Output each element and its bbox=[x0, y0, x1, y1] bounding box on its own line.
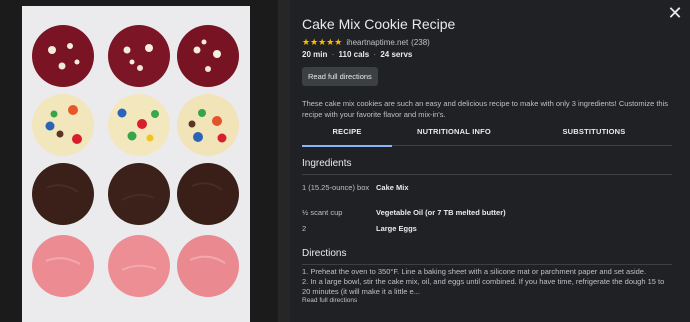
direction-step: 2. In a large bowl, stir the cake mix, o… bbox=[302, 277, 665, 296]
candy-cookies bbox=[32, 94, 239, 156]
recipe-description: These cake mix cookies are such an easy … bbox=[302, 99, 669, 119]
rating-row: ★★★★★ iheartnaptime.net (238) bbox=[302, 36, 672, 48]
calories: 110 cals bbox=[338, 50, 370, 59]
tab-nutritional-info[interactable]: NUTRITIONAL INFO bbox=[392, 126, 516, 146]
recipe-photo[interactable] bbox=[22, 6, 250, 322]
ingredient-quantity: 1 (15.25-ounce) box bbox=[302, 183, 370, 192]
star-rating-icon: ★★★★★ bbox=[302, 36, 343, 47]
recipe-tabs: RECIPE NUTRITIONAL INFO SUBSTITUTIONS bbox=[302, 126, 672, 147]
ingredient-name: Large Eggs bbox=[376, 224, 417, 233]
directions-text: 1. Preheat the oven to 350°F. Line a bak… bbox=[302, 267, 672, 297]
recipe-meta: 20 min · 110 cals · 24 servs bbox=[302, 50, 672, 59]
recipe-title: Cake Mix Cookie Recipe bbox=[302, 16, 456, 32]
ingredient-quantity: 2 bbox=[302, 224, 307, 233]
ingredient-quantity: ½ scant cup bbox=[302, 208, 343, 217]
pane-divider bbox=[278, 0, 290, 322]
strawberry-cookies bbox=[32, 235, 239, 297]
recipe-content: Cake Mix Cookie Recipe ★★★★★ iheartnapti… bbox=[302, 16, 672, 304]
ingredients-heading: Ingredients bbox=[302, 158, 352, 169]
red-velvet-cookies bbox=[32, 25, 239, 87]
directions-divider bbox=[302, 264, 672, 265]
image-pane bbox=[0, 0, 278, 322]
tab-substitutions[interactable]: SUBSTITUTIONS bbox=[516, 126, 672, 146]
read-full-directions-link[interactable]: Read full directions bbox=[302, 297, 357, 304]
recipe-panel: ✕ Cake Mix Cookie Recipe ★★★★★ iheartnap… bbox=[290, 0, 690, 322]
meta-separator: · bbox=[373, 50, 377, 59]
cookies-image bbox=[22, 6, 250, 322]
servings: 24 servs bbox=[380, 50, 413, 59]
read-full-directions-button[interactable]: Read full directions bbox=[302, 67, 378, 86]
source-link[interactable]: iheartnaptime.net bbox=[346, 38, 408, 47]
direction-step: 1. Preheat the oven to 350°F. Line a bak… bbox=[302, 267, 647, 276]
chocolate-cookies bbox=[32, 163, 239, 225]
cook-time: 20 min bbox=[302, 50, 328, 59]
tab-recipe[interactable]: RECIPE bbox=[302, 126, 392, 147]
review-count: (238) bbox=[411, 37, 430, 47]
ingredients-divider bbox=[302, 174, 672, 175]
directions-heading: Directions bbox=[302, 248, 347, 259]
meta-separator: · bbox=[331, 50, 335, 59]
ingredient-name: Cake Mix bbox=[376, 183, 409, 192]
ingredient-name: Vegetable Oil (or 7 TB melted butter) bbox=[376, 208, 506, 217]
